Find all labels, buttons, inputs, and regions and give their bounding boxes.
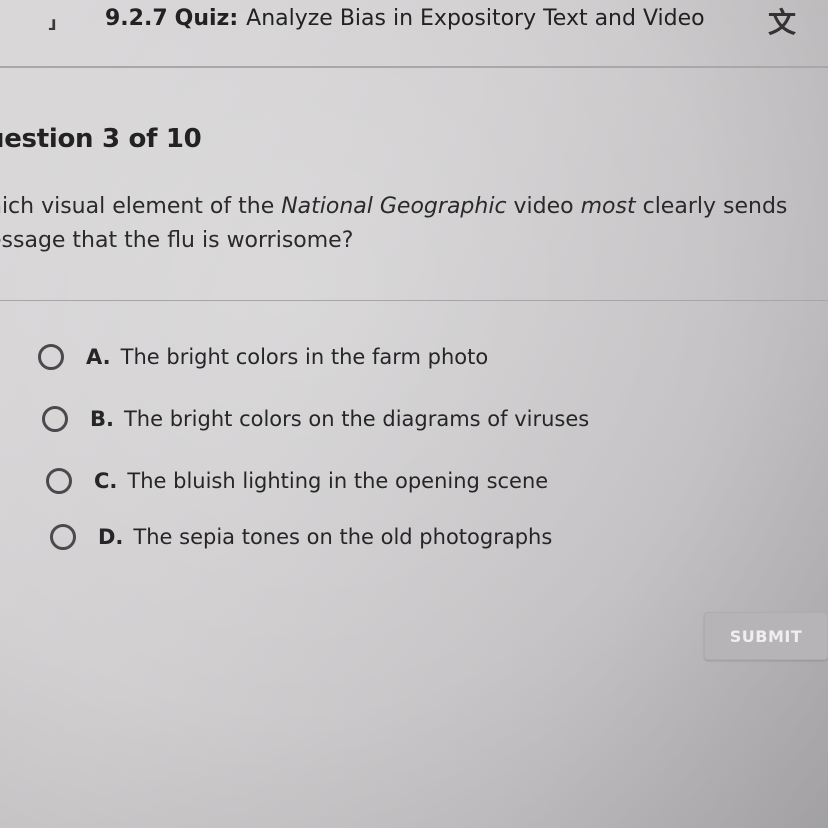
quiz-title-text: Analyze Bias in Expository Text and Vide… (246, 6, 705, 31)
question-line-2: essage that the flu is worrisome? (0, 228, 354, 253)
answer-option-c[interactable]: C. The bluish lighting in the opening sc… (46, 468, 548, 494)
answer-text: The sepia tones on the old photographs (133, 525, 553, 549)
answer-letter: C. (94, 469, 118, 493)
answer-letter: A. (86, 345, 111, 369)
top-bar: ⸥ 9.2.7 Quiz: Analyze Bias in Expository … (0, 0, 828, 68)
answer-letter: D. (98, 525, 124, 549)
answer-letter: B. (90, 407, 114, 431)
question-text: hich visual element of the National Geog… (0, 190, 828, 258)
quiz-title: 9.2.7 Quiz: Analyze Bias in Expository Te… (105, 4, 705, 34)
submit-button[interactable]: SUBMIT (704, 612, 828, 660)
answer-option-d[interactable]: D. The sepia tones on the old photograph… (50, 524, 552, 550)
radio-button[interactable] (38, 344, 64, 370)
radio-button[interactable] (50, 524, 76, 550)
translate-icon[interactable]: 文 (768, 4, 796, 42)
answer-text: The bluish lighting in the opening scene (127, 469, 549, 493)
radio-button[interactable] (42, 406, 68, 432)
quiz-number: 9.2.7 (105, 6, 168, 31)
question-line-1: hich visual element of the National Geog… (0, 194, 788, 219)
radio-button[interactable] (46, 468, 72, 494)
answer-option-b[interactable]: B. The bright colors on the diagrams of … (42, 406, 589, 432)
video-source-italic: National Geographic (281, 194, 507, 219)
back-arrow-icon[interactable]: ⸥ (46, 2, 58, 32)
divider (0, 300, 828, 301)
answer-option-a[interactable]: A. The bright colors in the farm photo (38, 344, 488, 370)
question-header: uestion 3 of 10 (0, 124, 202, 154)
answer-text: The bright colors on the diagrams of vir… (123, 407, 590, 431)
most-italic: most (580, 194, 636, 219)
quiz-kind: Quiz: (174, 6, 239, 31)
answer-text: The bright colors in the farm photo (120, 345, 489, 369)
